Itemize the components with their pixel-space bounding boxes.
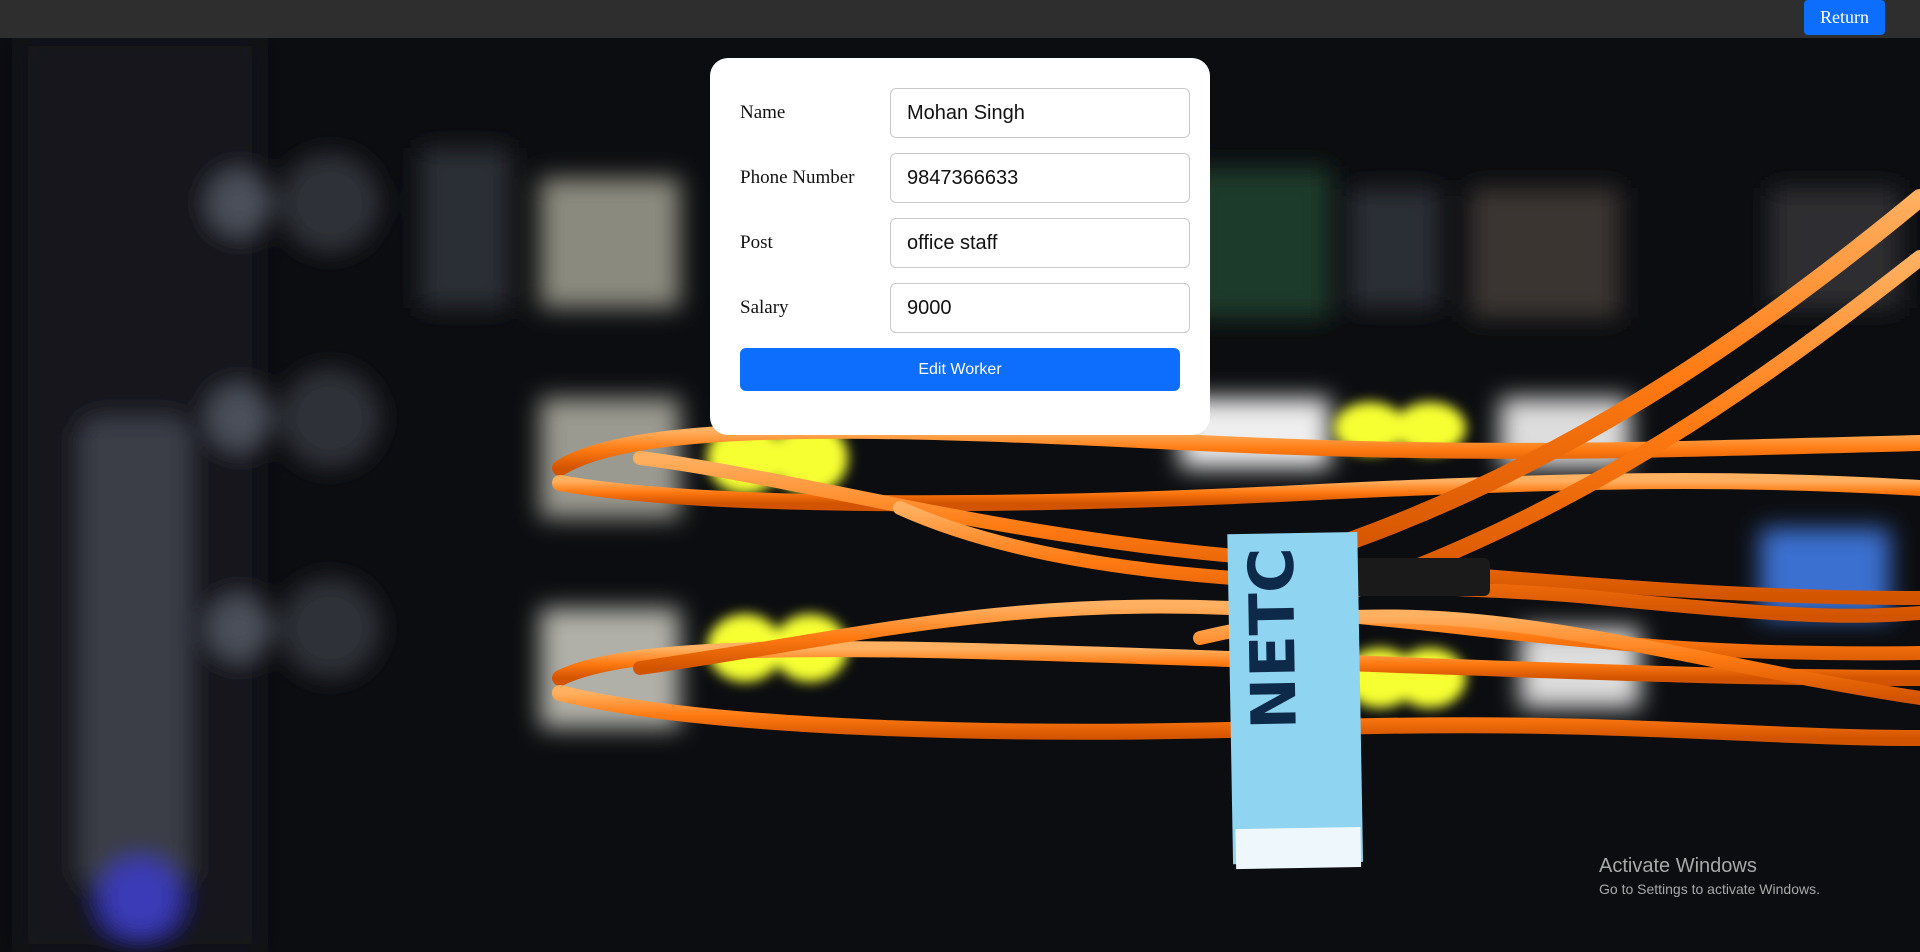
salary-input[interactable] (890, 283, 1190, 333)
name-row: Name (740, 88, 1190, 138)
edit-worker-button[interactable]: Edit Worker (740, 348, 1180, 391)
name-input[interactable] (890, 88, 1190, 138)
phone-row: Phone Number (740, 153, 1190, 203)
name-label: Name (740, 102, 786, 123)
post-label: Post (740, 232, 773, 253)
watermark-subtitle: Go to Settings to activate Windows. (1599, 881, 1820, 897)
phone-input[interactable] (890, 153, 1190, 203)
return-button[interactable]: Return (1804, 0, 1885, 35)
cable-label-text: NETC (1235, 547, 1311, 730)
watermark-title: Activate Windows (1599, 855, 1757, 877)
edit-worker-form: Name Phone Number Post Salary Edit Worke… (710, 58, 1210, 435)
salary-label: Salary (740, 297, 789, 318)
phone-label: Phone Number (740, 167, 855, 188)
activate-windows-watermark: Activate Windows Go to Settings to activ… (1599, 853, 1820, 899)
post-row: Post (740, 218, 1190, 268)
post-input[interactable] (890, 218, 1190, 268)
salary-row: Salary (740, 283, 1190, 333)
top-bar: Return (0, 0, 1920, 38)
